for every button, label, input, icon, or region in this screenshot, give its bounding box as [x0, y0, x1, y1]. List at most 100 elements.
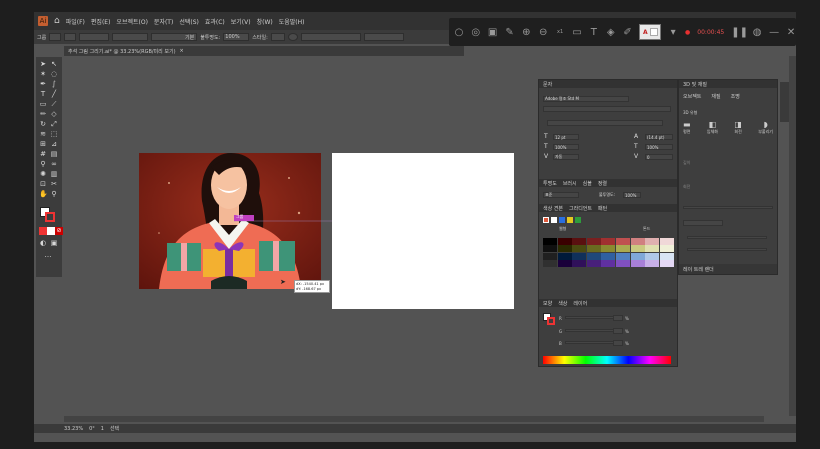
- zoom-level[interactable]: 33.23%: [64, 426, 83, 432]
- swatch-cell[interactable]: [586, 238, 601, 245]
- channel-g-slider[interactable]: [565, 329, 615, 332]
- channel-b-label: B: [559, 341, 562, 346]
- color-spectrum[interactable]: [543, 356, 671, 364]
- 3d-row-slider-1[interactable]: [683, 206, 773, 209]
- color-tab[interactable]: 색상: [558, 300, 567, 307]
- brushes-tab[interactable]: 브러시: [563, 180, 577, 187]
- swatch-cell[interactable]: [616, 252, 630, 260]
- swatch-cell[interactable]: [572, 245, 587, 253]
- 3d-tab-lighting[interactable]: 조명: [731, 93, 740, 100]
- kerning-field[interactable]: 자동: [553, 154, 579, 160]
- swatch-cell[interactable]: [630, 260, 645, 268]
- swatch-blue[interactable]: [559, 217, 565, 223]
- swatch-grid[interactable]: [543, 238, 675, 268]
- swatch-cell[interactable]: [543, 252, 557, 260]
- character-tab[interactable]: 문자: [543, 81, 552, 88]
- swatch-cell[interactable]: [601, 245, 616, 253]
- 3d-rotation-label: 회전: [683, 184, 691, 189]
- swatch-cell[interactable]: [659, 260, 674, 268]
- swatch-cell[interactable]: [645, 260, 660, 268]
- 3d-inflate-button[interactable]: ◗ 부풀리기: [758, 120, 773, 140]
- kerning-icon: V: [544, 153, 549, 160]
- gradient-tab[interactable]: 그라디언트: [569, 205, 592, 212]
- vertical-scrollbar[interactable]: [789, 56, 796, 416]
- rotate-view[interactable]: 0°: [89, 426, 95, 432]
- transparency-tab[interactable]: 투명도: [543, 180, 557, 187]
- 3d-plane-button[interactable]: ▬ 평면: [683, 120, 691, 140]
- swatch-cell[interactable]: [543, 260, 557, 268]
- swatch-white[interactable]: [551, 217, 557, 223]
- swatch-cell[interactable]: [601, 238, 616, 245]
- swatch-cell[interactable]: [572, 238, 587, 245]
- swatch-cell[interactable]: [557, 238, 572, 245]
- channel-r-field[interactable]: [613, 315, 623, 321]
- swatch-current[interactable]: [543, 217, 549, 223]
- opentype-row[interactable]: [547, 120, 663, 126]
- swatch-cell[interactable]: [572, 260, 587, 268]
- leading-field[interactable]: (14.4 pt): [645, 134, 673, 140]
- swatch-cell[interactable]: [557, 252, 572, 260]
- swatch-cell[interactable]: [601, 260, 616, 268]
- 3d-preset-dropdown[interactable]: [683, 220, 723, 226]
- font-style-dropdown[interactable]: [543, 106, 671, 112]
- swatch-cell[interactable]: [645, 245, 660, 253]
- swatch-cell[interactable]: [645, 238, 660, 245]
- tracking-icon: V: [634, 153, 639, 160]
- swatch-cell[interactable]: [630, 245, 645, 253]
- vertical-scale-field[interactable]: 100%: [553, 144, 579, 150]
- swatch-cell[interactable]: [557, 245, 572, 253]
- swatches-tabs: 색상 견본 그라디언트 패턴: [539, 204, 677, 212]
- swatch-cell[interactable]: [616, 245, 630, 253]
- 3d-tab-object[interactable]: 오브젝트: [683, 93, 701, 100]
- font-size-field[interactable]: 12 pt: [553, 134, 579, 140]
- layers-tab[interactable]: 레이어: [573, 300, 587, 307]
- horizontal-scrollbar[interactable]: [64, 416, 764, 422]
- move-tooltip: dX: -1540.41 px dY: -168.67 px: [294, 280, 330, 293]
- swatch-cell[interactable]: [557, 260, 572, 268]
- kerning-value: 자동: [555, 154, 563, 159]
- swatch-cell[interactable]: [543, 245, 557, 253]
- align-tab[interactable]: 정렬: [598, 180, 607, 187]
- swatch-cell[interactable]: [586, 260, 601, 268]
- leading-value: (14.4 pt): [647, 134, 665, 140]
- blend-mode-dropdown[interactable]: 표준: [543, 192, 579, 198]
- vertical-scale-icon: T: [544, 143, 548, 150]
- swatch-cell[interactable]: [616, 238, 630, 245]
- swatch-cell[interactable]: [659, 252, 674, 260]
- artboard-blank[interactable]: [332, 153, 514, 309]
- horizontal-scale-field[interactable]: 100%: [645, 144, 673, 150]
- swatch-cell[interactable]: [543, 238, 557, 245]
- swatch-cell[interactable]: [645, 252, 660, 260]
- channel-r-slider[interactable]: [565, 316, 615, 319]
- channel-b-slider[interactable]: [565, 341, 615, 344]
- swatch-cell[interactable]: [616, 260, 630, 268]
- swatch-cell[interactable]: [659, 238, 674, 245]
- 3d-tab-material[interactable]: 재질: [711, 93, 720, 100]
- 3d-revolve-button[interactable]: ◨ 회전: [734, 120, 742, 140]
- tracking-field[interactable]: 0: [645, 154, 673, 160]
- swatch-cell[interactable]: [630, 252, 645, 260]
- 3d-row-slider-2[interactable]: [687, 236, 767, 239]
- swatch-yellow[interactable]: [567, 217, 573, 223]
- swatch-cell[interactable]: [601, 252, 616, 260]
- swatch-cell[interactable]: [572, 252, 587, 260]
- appearance-tab[interactable]: 모양: [543, 300, 552, 307]
- artboard-number[interactable]: 1: [101, 426, 104, 432]
- font-family-dropdown[interactable]: Adobe 명조 Std M: [543, 96, 629, 102]
- swatches-tab[interactable]: 색상 견본: [543, 205, 563, 212]
- channel-g-field[interactable]: [613, 328, 623, 334]
- swatch-cell[interactable]: [630, 238, 645, 245]
- 3d-extrude-button[interactable]: ◧ 입체화: [707, 120, 718, 140]
- transparency-opacity-field[interactable]: 100%: [623, 192, 641, 198]
- 3d-render-label[interactable]: 레이 트레 렌더: [683, 266, 714, 273]
- swatch-cell[interactable]: [586, 252, 601, 260]
- color-stroke-swatch[interactable]: [547, 317, 555, 325]
- symbols-tab[interactable]: 심볼: [583, 180, 592, 187]
- swatch-green[interactable]: [575, 217, 581, 223]
- 3d-row-slider-3[interactable]: [687, 248, 767, 251]
- swatch-cell[interactable]: [586, 245, 601, 253]
- swatch-cell[interactable]: [659, 245, 674, 253]
- font-size-icon: T: [544, 133, 548, 140]
- pattern-tab[interactable]: 패턴: [598, 205, 607, 212]
- channel-b-field[interactable]: [613, 340, 623, 346]
